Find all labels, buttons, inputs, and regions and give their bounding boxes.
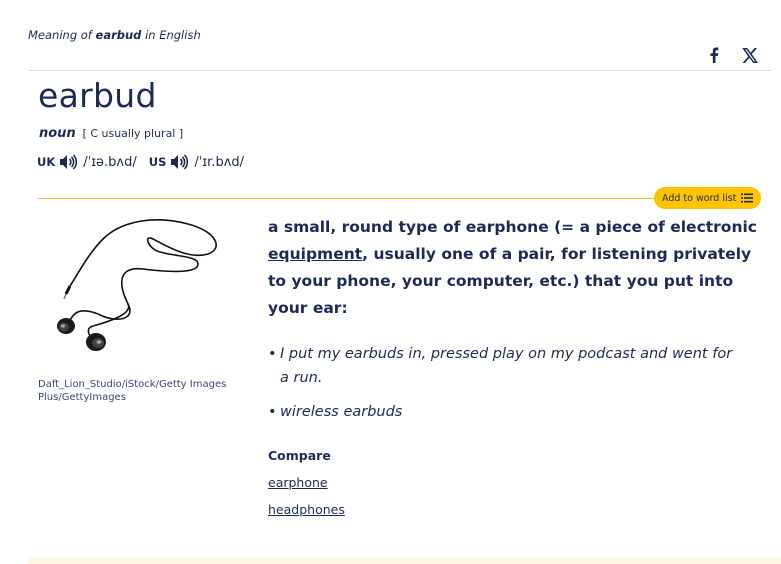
example-text: I put my earbuds in, pressed play on my … (280, 346, 733, 386)
compare-link-earphone[interactable]: earphone (268, 475, 328, 490)
add-to-word-list-button[interactable]: Add to word list (654, 187, 762, 209)
examples-list: • I put my earbuds in, pressed play on m… (268, 342, 738, 424)
meaning-suffix: in English (145, 28, 201, 42)
add-to-word-list-label: Add to word list (662, 192, 737, 204)
earbuds-illustration (48, 214, 226, 364)
bullet: • (268, 404, 277, 420)
headword: earbud (38, 76, 157, 115)
meaning-word: earbud (95, 28, 142, 42)
example-text: wireless earbuds (280, 404, 403, 420)
footer-band (28, 557, 781, 564)
list-icon (741, 193, 754, 203)
speaker-icon (60, 154, 78, 170)
compare-heading: Compare (268, 448, 331, 463)
facebook-icon (710, 47, 719, 63)
speaker-icon (171, 154, 189, 170)
part-of-speech-line: noun [ C usually plural ] (39, 126, 183, 141)
x-icon (742, 47, 758, 63)
us-audio-button[interactable] (170, 154, 189, 170)
region-uk: UK (37, 155, 56, 169)
meaning-prefix: Meaning of (28, 28, 92, 42)
sense-divider (38, 198, 758, 199)
definition-text: a small, round type of earphone (= a pie… (268, 214, 758, 322)
meaning-of-heading: Meaning of earbud in English (28, 28, 201, 42)
header-divider (28, 70, 772, 71)
compare-link-headphones[interactable]: headphones (268, 502, 345, 517)
us-ipa: /ˈɪr.bʌd/ (194, 154, 245, 170)
facebook-share-button[interactable] (703, 44, 725, 66)
equipment-link[interactable]: equipment (268, 245, 362, 263)
example-item: • wireless earbuds (268, 400, 738, 424)
region-us: US (148, 155, 167, 169)
bullet: • (268, 346, 277, 362)
x-share-button[interactable] (738, 44, 762, 66)
uk-audio-button[interactable] (59, 154, 78, 170)
grammar-code: [ C usually plural ] (82, 127, 184, 140)
pronunciation-line: UK /ˈɪə.bʌd/ US /ˈɪr.bʌd/ (37, 154, 256, 170)
image-credit: Daft_Lion_Studio/iStock/Getty Images Plu… (38, 379, 227, 403)
definition-part-1: a small, round type of earphone (= a pie… (268, 218, 757, 236)
uk-ipa: /ˈɪə.bʌd/ (83, 154, 137, 170)
part-of-speech: noun (39, 126, 76, 141)
example-item: • I put my earbuds in, pressed play on m… (268, 342, 738, 390)
